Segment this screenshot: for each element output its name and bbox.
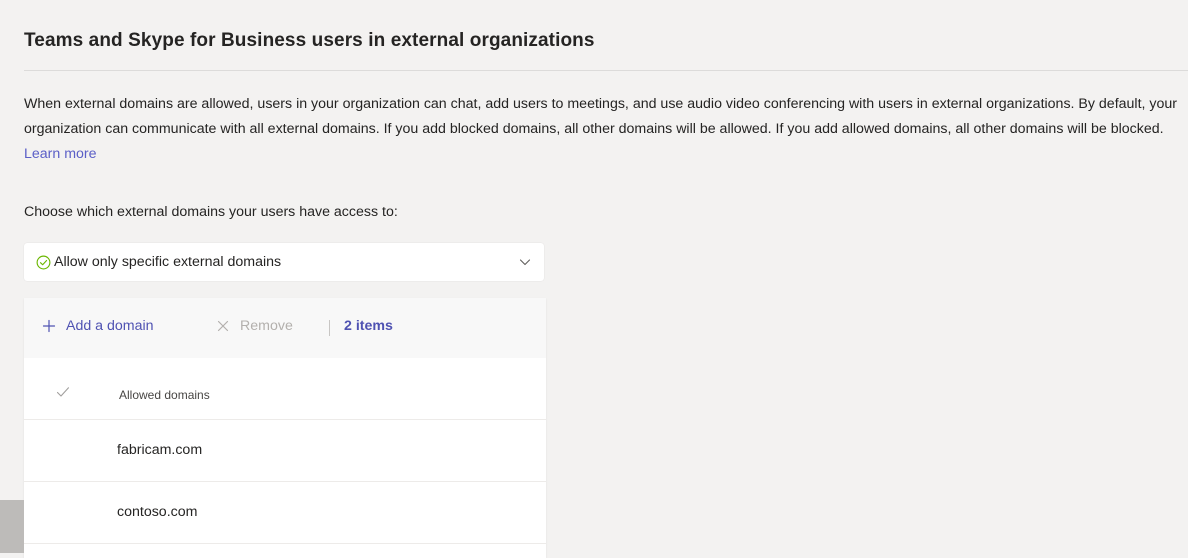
- description-text: When external domains are allowed, users…: [24, 96, 1177, 137]
- domain-cell: contoso.com: [117, 504, 198, 520]
- table-header: Allowed domains: [24, 358, 546, 420]
- learn-more-link[interactable]: Learn more: [24, 146, 97, 162]
- close-icon: [217, 320, 229, 332]
- add-domain-label: Add a domain: [66, 318, 154, 334]
- toolbar-separator: [329, 320, 330, 336]
- window-edge-shadow: [0, 500, 24, 553]
- access-label: Choose which external domains your users…: [24, 204, 398, 220]
- external-domains-dropdown[interactable]: Allow only specific external domains: [24, 243, 544, 281]
- external-access-page: Teams and Skype for Business users in ex…: [0, 0, 1188, 558]
- table-row[interactable]: fabricam.com: [24, 420, 546, 482]
- domains-panel: Add a domain Remove 2 items Allowed doma…: [24, 298, 546, 558]
- checkmark-icon[interactable]: [56, 386, 70, 398]
- plus-icon: [42, 319, 56, 333]
- chevron-down-icon: [519, 259, 531, 266]
- table-row[interactable]: contoso.com: [24, 482, 546, 544]
- title-divider: [24, 70, 1188, 71]
- item-count: 2 items: [344, 318, 393, 334]
- remove-button[interactable]: Remove: [216, 318, 293, 334]
- domains-toolbar: Add a domain Remove 2 items: [24, 298, 546, 358]
- dropdown-selected-value: Allow only specific external domains: [54, 254, 282, 270]
- section-title: Teams and Skype for Business users in ex…: [24, 30, 595, 51]
- column-header-allowed-domains: Allowed domains: [119, 388, 210, 402]
- section-description: When external domains are allowed, users…: [24, 92, 1184, 167]
- add-domain-button[interactable]: Add a domain: [42, 318, 154, 334]
- remove-label: Remove: [240, 318, 293, 334]
- check-circle-icon: [36, 255, 51, 269]
- domain-cell: fabricam.com: [117, 442, 203, 458]
